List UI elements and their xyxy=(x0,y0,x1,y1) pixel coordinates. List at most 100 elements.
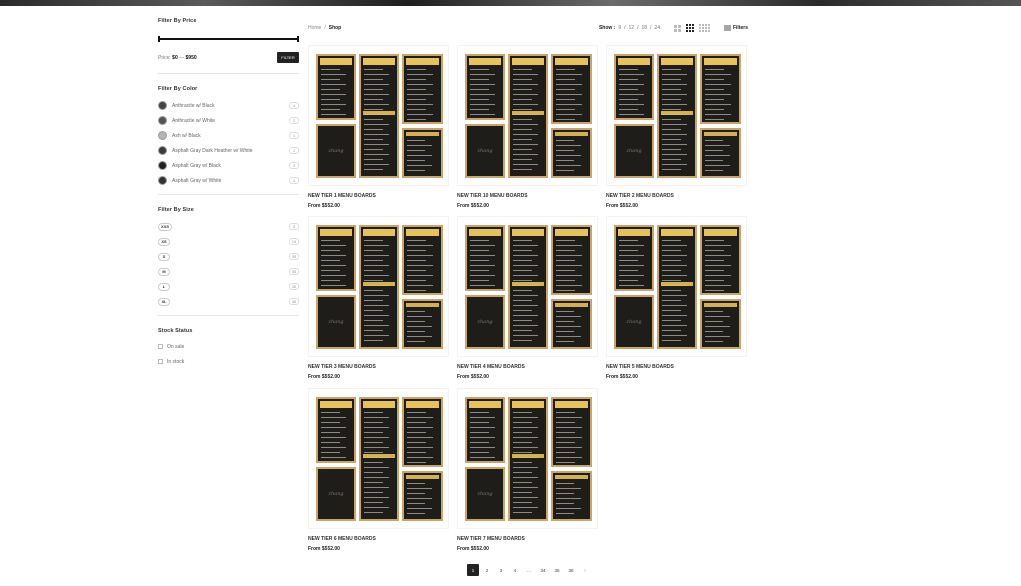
product-image[interactable]: zhang xyxy=(457,45,598,186)
menu-board-line xyxy=(556,140,575,141)
menu-board-line xyxy=(321,452,340,453)
product-card[interactable]: zhang NEW TIER 7 MENU BOARDS From $552.00 xyxy=(457,388,598,552)
menu-board-line xyxy=(556,99,576,100)
page-4[interactable]: 4 xyxy=(509,564,521,576)
menu-boards-illustration: zhang xyxy=(316,225,443,350)
size-filter-item[interactable]: XXS 2 xyxy=(158,219,299,234)
product-card[interactable]: zhang NEW TIER 1 MENU BOARDS From $552.00 xyxy=(308,45,449,209)
product-image[interactable]: zhang xyxy=(308,388,449,529)
page-34[interactable]: 34 xyxy=(537,564,549,576)
menu-board-panel xyxy=(657,54,697,178)
product-card[interactable]: zhang NEW TIER 10 MENU BOARDS From $552.00 xyxy=(457,45,598,209)
product-card[interactable]: zhang NEW TIER 2 MENU BOARDS From $552.00 xyxy=(606,45,747,209)
product-title[interactable]: NEW TIER 2 MENU BOARDS xyxy=(606,193,747,199)
product-title[interactable]: NEW TIER 7 MENU BOARDS xyxy=(457,536,598,542)
price-slider[interactable] xyxy=(158,36,299,42)
show-option-9[interactable]: 9 xyxy=(618,25,621,31)
price-filter-button[interactable]: FILTER xyxy=(277,52,299,63)
menu-board-line xyxy=(364,255,390,256)
next-page-button[interactable]: › xyxy=(579,564,591,576)
show-option-24[interactable]: 24 xyxy=(654,25,660,31)
product-title[interactable]: NEW TIER 10 MENU BOARDS xyxy=(457,193,598,199)
product-image[interactable]: zhang xyxy=(457,388,598,529)
menu-board-line xyxy=(407,503,426,504)
menu-board-line xyxy=(407,457,434,458)
page-36[interactable]: 36 xyxy=(565,564,577,576)
menu-board-header xyxy=(469,229,501,236)
menu-board-line xyxy=(662,305,688,306)
menu-board-line xyxy=(556,285,583,286)
menu-board-line xyxy=(556,160,575,161)
color-filter-item[interactable]: Anthracite w/ Black 4 xyxy=(158,98,299,113)
color-filter-item[interactable]: Asphalt Gray Dark Heather w/ White 1 xyxy=(158,143,299,158)
product-title[interactable]: NEW TIER 3 MENU BOARDS xyxy=(308,364,449,370)
show-option-18[interactable]: 18 xyxy=(641,25,647,31)
product-image[interactable]: zhang xyxy=(606,45,747,186)
menu-board-line xyxy=(556,321,575,322)
product-image[interactable]: zhang xyxy=(457,216,598,357)
top-banner-image xyxy=(0,0,1021,6)
menu-board-line xyxy=(513,124,539,125)
menu-board-line xyxy=(705,69,725,70)
grid-4-columns-icon[interactable] xyxy=(698,24,710,32)
product-title[interactable]: NEW TIER 5 MENU BOARDS xyxy=(606,364,747,370)
page-3[interactable]: 3 xyxy=(495,564,507,576)
product-card[interactable]: zhang NEW TIER 5 MENU BOARDS From $552.00 xyxy=(606,216,747,380)
color-count: 1 xyxy=(289,132,299,139)
menu-board-panel xyxy=(359,397,399,521)
stock-checkbox[interactable] xyxy=(158,344,163,349)
page-35[interactable]: 35 xyxy=(551,564,563,576)
grid-3-columns-icon[interactable] xyxy=(685,24,694,32)
menu-board-line xyxy=(705,331,724,332)
sliders-icon xyxy=(723,25,731,31)
color-filter-widget: Filter By Color Anthracite w/ Black 4 Anth… xyxy=(158,86,299,190)
product-title[interactable]: NEW TIER 6 MENU BOARDS xyxy=(308,536,449,542)
product-card[interactable]: zhang NEW TIER 6 MENU BOARDS From $552.00 xyxy=(308,388,449,552)
page-1[interactable]: 1 xyxy=(467,564,479,576)
menu-board-line xyxy=(470,447,496,448)
menu-board-line xyxy=(321,114,347,115)
color-filter-item[interactable]: Asphalt Gray w/ White 1 xyxy=(158,173,299,188)
product-image[interactable]: zhang xyxy=(308,216,449,357)
menu-board-line xyxy=(556,452,576,453)
product-card[interactable]: zhang NEW TIER 3 MENU BOARDS From $552.00 xyxy=(308,216,449,380)
menu-board-line xyxy=(556,422,576,423)
color-filter-item[interactable]: Asphalt Gray w/ Black 2 xyxy=(158,158,299,173)
color-filter-item[interactable]: Ash w/ Black 1 xyxy=(158,128,299,143)
show-option-12[interactable]: 12 xyxy=(629,25,635,31)
stock-filter-item[interactable]: In stock xyxy=(158,354,299,369)
product-image[interactable]: zhang xyxy=(606,216,747,357)
menu-board-line xyxy=(662,159,681,160)
size-filter-item[interactable]: S 35 xyxy=(158,249,299,264)
menu-board-line xyxy=(619,89,638,90)
product-title[interactable]: NEW TIER 4 MENU BOARDS xyxy=(457,364,598,370)
menu-board-line xyxy=(407,437,434,438)
filters-toggle-button[interactable]: Filters xyxy=(723,25,748,31)
price-slider-max-handle[interactable] xyxy=(297,36,299,42)
price-prefix: From xyxy=(308,546,321,552)
menu-board-line xyxy=(470,442,489,443)
product-title[interactable]: NEW TIER 1 MENU BOARDS xyxy=(308,193,449,199)
size-filter-item[interactable]: XS 15 xyxy=(158,234,299,249)
product-image[interactable]: zhang xyxy=(308,45,449,186)
size-filter-item[interactable]: XL 36 xyxy=(158,294,299,309)
menu-board-line xyxy=(470,432,489,433)
menu-board-panel xyxy=(614,225,654,291)
breadcrumb-home-link[interactable]: Home xyxy=(308,25,321,31)
page-2[interactable]: 2 xyxy=(481,564,493,576)
menu-board-panel xyxy=(402,471,443,521)
menu-board-line xyxy=(513,109,532,110)
stock-filter-item[interactable]: On sale xyxy=(158,339,299,354)
color-filter-item[interactable]: Anthracite w/ White 2 xyxy=(158,113,299,128)
menu-board-line xyxy=(662,245,688,246)
menu-board-line xyxy=(470,89,489,90)
size-filter-item[interactable]: M 35 xyxy=(158,264,299,279)
menu-board-header xyxy=(661,229,693,236)
size-filter-item[interactable]: L 36 xyxy=(158,279,299,294)
price-amount: $552.00 xyxy=(470,203,489,209)
grid-2-columns-icon[interactable] xyxy=(673,24,681,32)
stock-checkbox[interactable] xyxy=(158,359,163,364)
product-card[interactable]: zhang NEW TIER 4 MENU BOARDS From $552.00 xyxy=(457,216,598,380)
price-slider-min-handle[interactable] xyxy=(158,36,160,42)
menu-board-line xyxy=(364,149,383,150)
